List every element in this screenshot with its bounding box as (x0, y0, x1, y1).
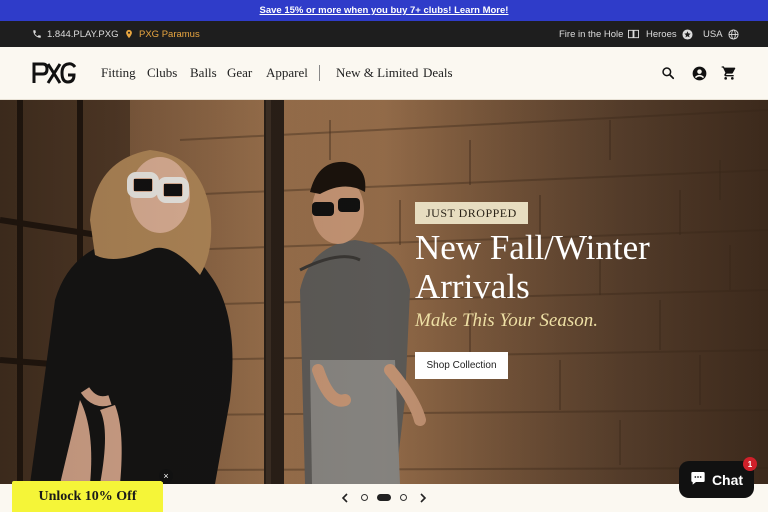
carousel-prev-icon[interactable] (340, 492, 349, 504)
phone-number: 1.844.PLAY.PXG (47, 28, 119, 40)
book-icon (628, 29, 640, 39)
star-badge-icon (682, 28, 693, 40)
hero-headline: New Fall/Winter Arrivals (415, 228, 650, 306)
chat-bubble-icon (690, 470, 706, 489)
promo-link[interactable]: Save 15% or more when you buy 7+ clubs! … (260, 5, 509, 16)
unlock-discount-button[interactable]: Unlock 10% Off (12, 481, 163, 512)
carousel-dot-1[interactable] (361, 494, 368, 501)
fire-in-the-hole-label: Fire in the Hole (559, 28, 624, 40)
pxg-logo[interactable] (31, 60, 77, 86)
chat-unread-badge: 1 (743, 457, 757, 471)
main-header: Fitting Clubs Balls Gear Apparel New & L… (0, 47, 768, 100)
chat-label: Chat (711, 471, 744, 488)
store-link[interactable]: PXG Paramus (124, 21, 200, 47)
utility-bar: 1.844.PLAY.PXG PXG Paramus Fire in the H… (0, 21, 768, 47)
carousel-next-icon[interactable] (419, 492, 428, 504)
nav-deals[interactable]: Deals (423, 47, 453, 99)
region-selector[interactable]: USA (703, 21, 739, 47)
account-icon[interactable] (691, 65, 707, 81)
nav-fitting[interactable]: Fitting (101, 47, 136, 99)
close-icon[interactable]: × (159, 469, 173, 483)
nav-apparel[interactable]: Apparel (266, 47, 308, 99)
nav-divider (319, 65, 320, 81)
nav-new-and-limited[interactable]: New & Limited (336, 47, 418, 99)
nav-balls[interactable]: Balls (190, 47, 217, 99)
carousel-dot-2[interactable] (377, 494, 391, 501)
location-pin-icon (124, 28, 134, 40)
region-label: USA (703, 28, 723, 40)
hero-tagline: Make This Your Season. (415, 310, 598, 331)
globe-icon (728, 28, 739, 40)
nav-gear[interactable]: Gear (227, 47, 252, 99)
phone-link[interactable]: 1.844.PLAY.PXG (32, 21, 118, 47)
heroes-label: Heroes (646, 28, 677, 40)
fire-in-the-hole-link[interactable]: Fire in the Hole (559, 21, 640, 47)
nav-clubs[interactable]: Clubs (147, 47, 177, 99)
search-icon[interactable] (660, 65, 676, 81)
phone-icon (32, 29, 42, 39)
shop-collection-button[interactable]: Shop Collection (415, 352, 508, 379)
carousel-dot-3[interactable] (400, 494, 407, 501)
cart-icon[interactable] (721, 65, 737, 81)
just-dropped-badge: JUST DROPPED (415, 202, 528, 224)
heroes-link[interactable]: Heroes (646, 21, 693, 47)
store-name: PXG Paramus (139, 28, 200, 40)
promo-bar: Save 15% or more when you buy 7+ clubs! … (0, 0, 768, 21)
